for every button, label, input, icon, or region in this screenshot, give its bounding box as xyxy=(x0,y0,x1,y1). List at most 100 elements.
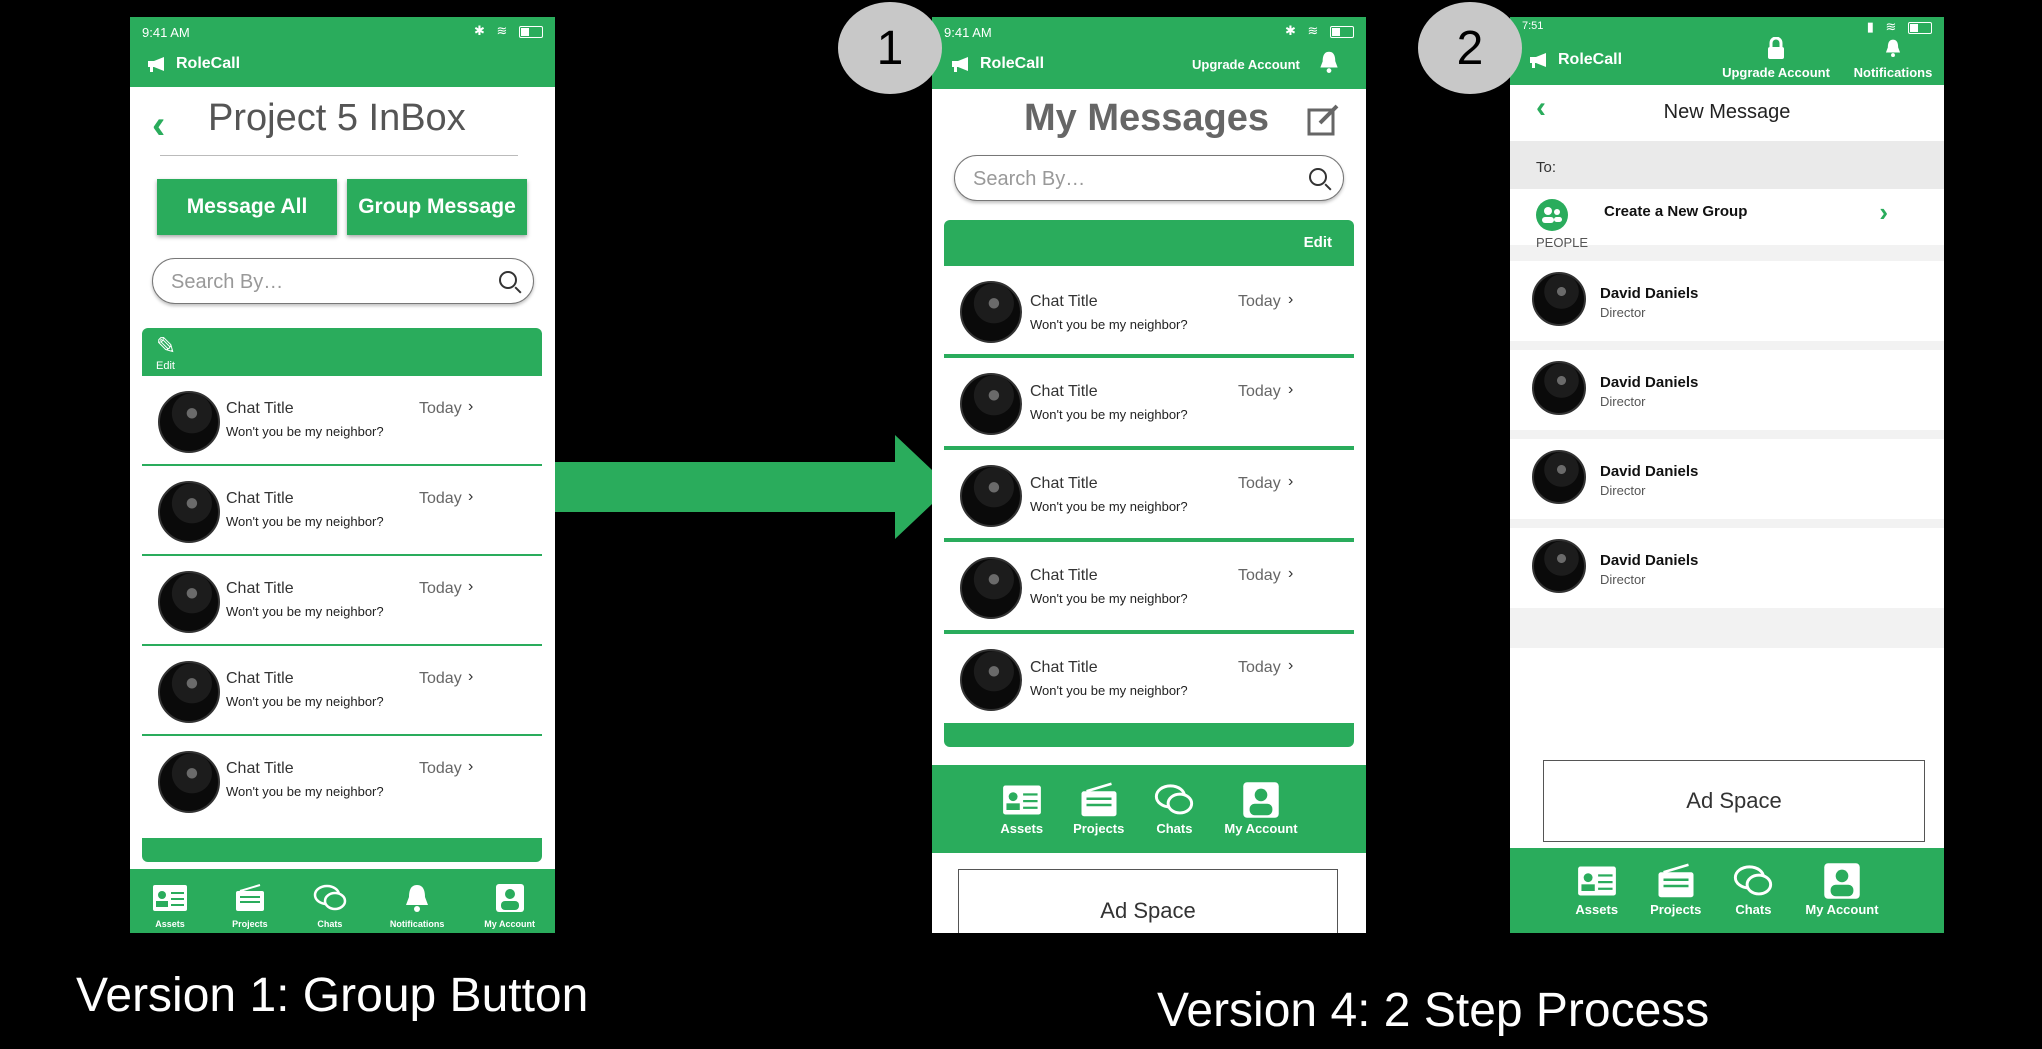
person-role: Director xyxy=(1600,394,1646,409)
chat-title: Chat Title xyxy=(1030,567,1098,584)
edit-label[interactable]: Edit xyxy=(1304,234,1332,251)
tab-assets[interactable]: Assets xyxy=(1000,783,1043,836)
chat-title: Chat Title xyxy=(1030,383,1098,400)
person-row[interactable]: David Daniels Director xyxy=(1510,439,1944,519)
tab-my-account[interactable]: My Account xyxy=(1224,781,1298,836)
chat-row[interactable]: Chat Title Won't you be my neighbor? Tod… xyxy=(944,266,1354,358)
brand-name: RoleCall xyxy=(176,55,241,72)
chat-title: Chat Title xyxy=(1030,659,1098,676)
tab-label: Projects xyxy=(232,919,268,929)
chat-row[interactable]: Chat Title Won't you be my neighbor? Tod… xyxy=(142,466,542,558)
chat-title: Chat Title xyxy=(226,760,294,777)
search-input[interactable]: Search By… xyxy=(152,258,534,304)
phone-version-4-step-2: 7:51 ▮ ≋ RoleCall Upgrade Account Notifi… xyxy=(1510,17,1944,933)
chat-row[interactable]: Chat Title Won't you be my neighbor? Tod… xyxy=(142,556,542,648)
chats-icon xyxy=(1154,783,1194,817)
tab-label: Chats xyxy=(1735,902,1772,917)
search-placeholder: Search By… xyxy=(171,271,284,293)
avatar xyxy=(1532,539,1586,593)
chat-title: Chat Title xyxy=(1030,293,1098,310)
tab-projects[interactable]: Projects xyxy=(1650,863,1701,917)
person-row[interactable]: David Daniels Director xyxy=(1510,350,1944,430)
megaphone-icon xyxy=(1528,52,1550,68)
tab-chats[interactable]: Chats xyxy=(1154,783,1194,836)
battery-icon xyxy=(1908,21,1932,34)
back-chevron-icon[interactable]: ‹ xyxy=(152,103,165,148)
person-name: David Daniels xyxy=(1600,285,1699,302)
page-title: My Messages xyxy=(1024,97,1270,139)
person-name: David Daniels xyxy=(1600,552,1699,569)
chevron-right-icon: › xyxy=(1288,657,1294,674)
chat-list: Chat Title Won't you be my neighbor? Tod… xyxy=(142,376,542,834)
search-icon[interactable] xyxy=(499,271,517,289)
tab-notifications[interactable]: Notifications xyxy=(390,881,444,929)
chevron-right-icon: › xyxy=(1288,291,1294,308)
chevron-right-icon: › xyxy=(1288,381,1294,398)
notifications-link[interactable]: Notifications xyxy=(1846,37,1940,82)
chat-preview: Won't you be my neighbor? xyxy=(226,514,384,529)
tab-label: Assets xyxy=(1000,820,1044,836)
chat-row[interactable]: Chat Title Won't you be my neighbor? Tod… xyxy=(142,376,542,468)
tab-my-account[interactable]: My Account xyxy=(1805,863,1879,917)
ad-space[interactable]: Ad Space xyxy=(958,869,1338,933)
chat-row[interactable]: Chat Title Won't you be my neighbor? Tod… xyxy=(944,634,1354,722)
people-header: PEOPLE xyxy=(1536,235,1589,250)
pencil-icon[interactable]: ✎ xyxy=(156,332,176,361)
upgrade-account-link[interactable]: Upgrade Account xyxy=(1192,57,1300,72)
message-all-button[interactable]: Message All xyxy=(157,179,337,235)
brand: RoleCall xyxy=(1528,51,1622,69)
chat-row[interactable]: Chat Title Won't you be my neighbor? Tod… xyxy=(944,542,1354,634)
chat-row[interactable]: Chat Title Won't you be my neighbor? Tod… xyxy=(142,736,542,824)
nav-bar: ‹ New Message xyxy=(1510,85,1944,141)
chat-preview: Won't you be my neighbor? xyxy=(1030,407,1188,422)
chat-row[interactable]: Chat Title Won't you be my neighbor? Tod… xyxy=(142,646,542,738)
tab-chats[interactable]: Chats xyxy=(310,881,350,929)
search-input[interactable]: Search By… xyxy=(954,155,1344,201)
chat-row[interactable]: Chat Title Won't you be my neighbor? Tod… xyxy=(944,450,1354,542)
edit-label[interactable]: Edit xyxy=(156,360,175,372)
to-field[interactable]: To: xyxy=(1510,141,1944,189)
ad-space[interactable]: Ad Space xyxy=(1543,760,1925,842)
app-header: 9:41 AM ✱ ≋ RoleCall Upgrade Account xyxy=(932,17,1366,89)
person-row[interactable]: David Daniels Director xyxy=(1510,261,1944,341)
tab-my-account[interactable]: My Account xyxy=(484,881,535,929)
caption-version-4: Version 4: 2 Step Process xyxy=(1157,984,1710,1037)
person-row[interactable]: David Daniels Director xyxy=(1510,528,1944,608)
person-role: Director xyxy=(1600,305,1646,320)
person-name: David Daniels xyxy=(1600,374,1699,391)
bell-icon[interactable] xyxy=(1318,50,1340,79)
tab-assets[interactable]: Assets xyxy=(1575,864,1618,917)
tab-chats[interactable]: Chats xyxy=(1733,864,1773,917)
avatar xyxy=(960,281,1022,343)
chevron-right-icon: › xyxy=(1879,197,1888,227)
upgrade-label: Upgrade Account xyxy=(1722,65,1830,80)
chat-preview: Won't you be my neighbor? xyxy=(226,784,384,799)
status-time: 7:51 xyxy=(1522,20,1544,32)
tab-projects[interactable]: Projects xyxy=(1073,782,1125,836)
brand-name: RoleCall xyxy=(980,55,1045,72)
compose-icon[interactable] xyxy=(1306,103,1340,142)
chats-icon xyxy=(310,881,350,915)
chat-date: Today xyxy=(1238,475,1281,492)
bell-icon xyxy=(397,881,437,915)
step-badge-2: 2 xyxy=(1418,2,1522,94)
tab-label: My Account xyxy=(1224,820,1298,836)
chat-date: Today xyxy=(1238,567,1281,584)
chevron-right-icon: › xyxy=(468,758,474,775)
tab-projects[interactable]: Projects xyxy=(230,881,270,929)
group-message-button[interactable]: Group Message xyxy=(347,179,527,235)
search-icon[interactable] xyxy=(1309,168,1327,186)
chevron-right-icon: › xyxy=(1288,565,1294,582)
upgrade-account-link[interactable]: Upgrade Account xyxy=(1716,36,1836,82)
avatar xyxy=(1532,450,1586,504)
chat-row[interactable]: Chat Title Won't you be my neighbor? Tod… xyxy=(944,358,1354,450)
person-name: David Daniels xyxy=(1600,463,1699,480)
tab-label: Projects xyxy=(1073,820,1125,836)
avatar xyxy=(158,751,220,813)
step-badge-1: 1 xyxy=(838,2,942,94)
chevron-right-icon: › xyxy=(468,398,474,415)
chat-date: Today xyxy=(419,490,462,507)
avatar xyxy=(960,649,1022,711)
tab-assets[interactable]: Assets xyxy=(150,881,190,929)
chat-date: Today xyxy=(419,670,462,687)
